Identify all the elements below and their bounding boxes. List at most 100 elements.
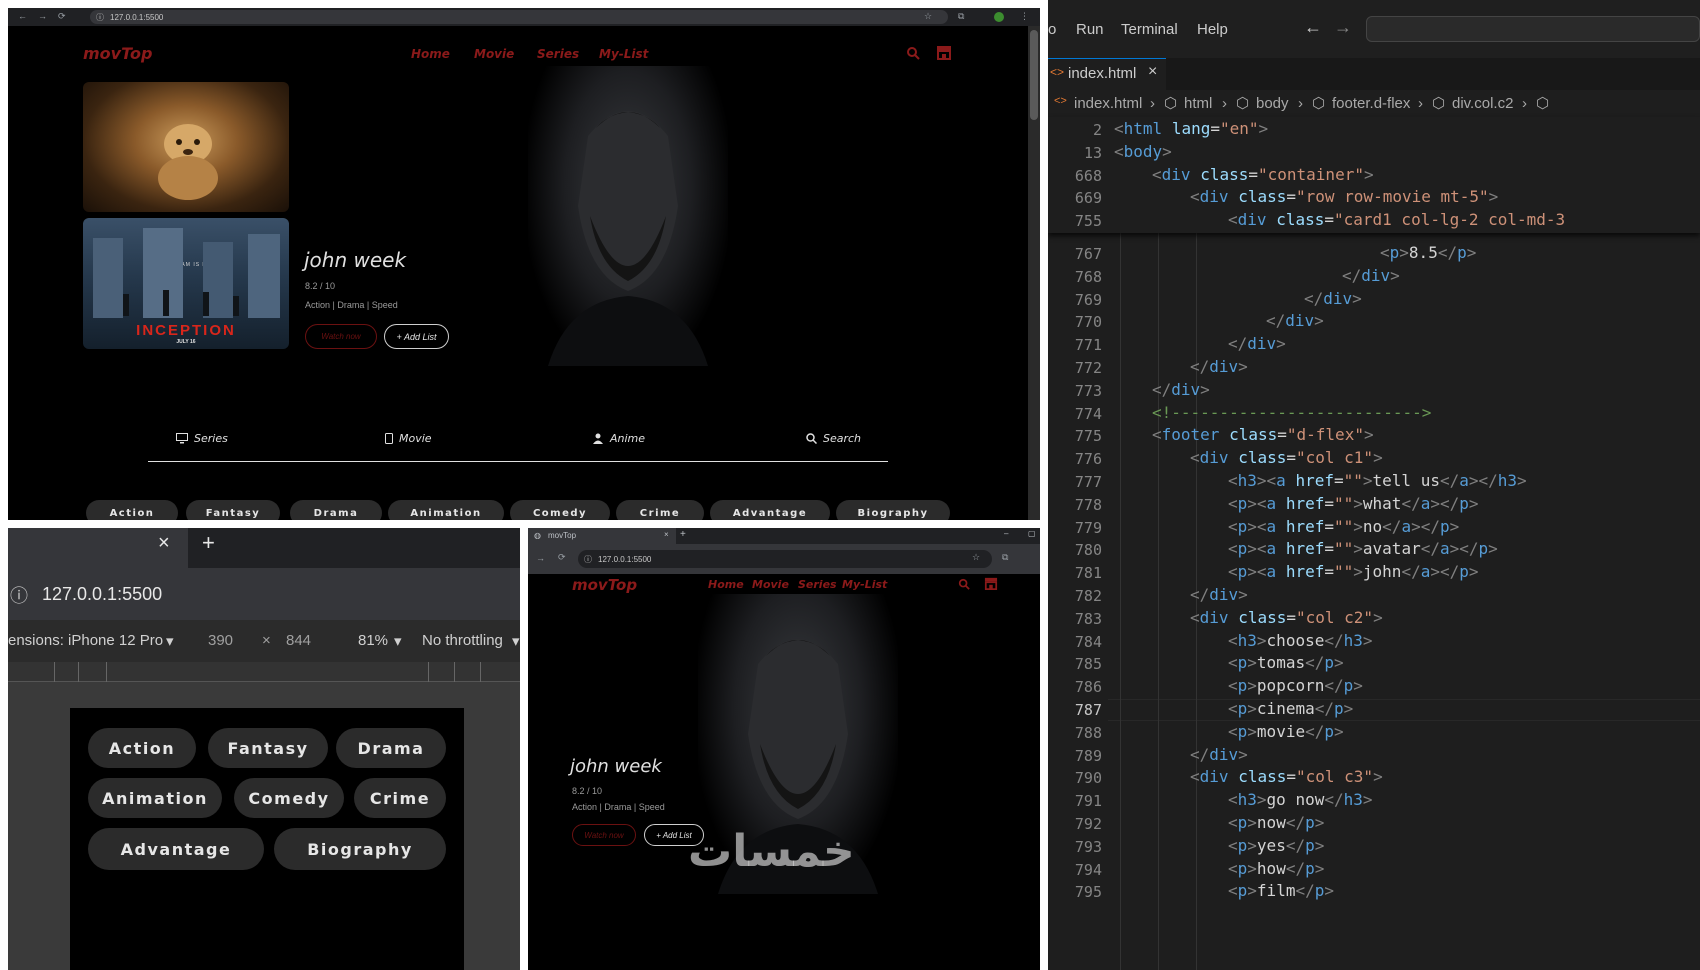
- small-address-bar[interactable]: ⓘ 127.0.0.1:5500: [578, 550, 992, 568]
- code-line[interactable]: <p>film</p>: [1228, 881, 1334, 900]
- mobile-pill-crime[interactable]: Crime: [354, 778, 446, 818]
- tab-anime[interactable]: Anime: [592, 432, 645, 445]
- close-tab-icon[interactable]: ×: [1148, 63, 1157, 81]
- menu-run[interactable]: Run: [1076, 21, 1104, 38]
- add-list-button[interactable]: + Add List: [384, 324, 449, 349]
- code-line[interactable]: </div>: [1304, 289, 1362, 308]
- code-line[interactable]: <div class="container">: [1152, 165, 1374, 184]
- mobile-pill-fantasy[interactable]: Fantasy: [208, 728, 328, 768]
- tab-index-html[interactable]: <> index.html ×: [1048, 58, 1166, 90]
- close-tab-icon[interactable]: ×: [158, 532, 170, 555]
- code-line[interactable]: </div>: [1152, 380, 1210, 399]
- mobile-pill-animation[interactable]: Animation: [88, 778, 222, 818]
- code-line[interactable]: <div class="col c2">: [1190, 608, 1383, 627]
- menu-partial[interactable]: o: [1048, 21, 1056, 38]
- reload-icon[interactable]: ⟳: [558, 552, 566, 563]
- close-tab-icon[interactable]: ×: [664, 530, 669, 539]
- code-line[interactable]: </div>: [1190, 745, 1248, 764]
- code-line[interactable]: <p><a href="">no</a></p>: [1228, 517, 1459, 536]
- code-line[interactable]: <html lang="en">: [1114, 119, 1268, 138]
- new-tab-icon[interactable]: +: [680, 529, 686, 540]
- breadcrumb-div[interactable]: div.col.c2: [1452, 95, 1513, 112]
- genre-pill-advantage[interactable]: Advantage: [710, 500, 830, 520]
- code-line[interactable]: <div class="col c1">: [1190, 448, 1383, 467]
- code-line[interactable]: <!-------------------------->: [1152, 403, 1431, 422]
- code-line[interactable]: </div>: [1228, 334, 1286, 353]
- code-line[interactable]: <p>how</p>: [1228, 859, 1324, 878]
- watch-now-button[interactable]: Watch now: [572, 824, 636, 846]
- code-line[interactable]: <p>tomas</p>: [1228, 653, 1344, 672]
- extensions-icon[interactable]: ⧉: [958, 11, 964, 22]
- back-icon[interactable]: ←: [18, 11, 27, 21]
- command-center[interactable]: [1366, 16, 1700, 42]
- nav-series[interactable]: Series: [798, 578, 837, 591]
- minimize-icon[interactable]: –: [1004, 529, 1008, 538]
- forward-arrow-icon[interactable]: →: [1334, 17, 1352, 38]
- code-line[interactable]: </div>: [1266, 311, 1324, 330]
- tab-movie[interactable]: Movie: [385, 432, 432, 445]
- code-line[interactable]: <p>now</p>: [1228, 813, 1324, 832]
- code-line[interactable]: <p>popcorn</p>: [1228, 676, 1363, 695]
- genre-pill-comedy[interactable]: Comedy: [510, 500, 610, 520]
- device-select[interactable]: ensions: iPhone 12 Pro: [8, 632, 163, 649]
- menu-terminal[interactable]: Terminal: [1121, 21, 1178, 38]
- breadcrumb-file[interactable]: index.html: [1074, 95, 1142, 112]
- maximize-icon[interactable]: ▢: [1028, 529, 1036, 538]
- tab-search[interactable]: Search: [806, 432, 861, 445]
- code-area[interactable]: 767 <p>8.5</p> 768 </div> 769 </div> 770 </div>…: [1048, 233, 1700, 970]
- nav-home[interactable]: Home: [708, 578, 744, 591]
- throttling-dropdown-icon[interactable]: ▾: [512, 632, 520, 650]
- nav-my-list[interactable]: My-List: [599, 47, 648, 61]
- site-logo[interactable]: movTop: [572, 576, 637, 594]
- nav-movie[interactable]: Movie: [752, 578, 789, 591]
- code-line[interactable]: <div class="row row-movie mt-5">: [1190, 187, 1498, 206]
- code-line[interactable]: <div class="card1 col-lg-2 col-md-3: [1228, 210, 1565, 229]
- search-icon[interactable]: [958, 578, 970, 590]
- star-icon[interactable]: ☆: [972, 552, 980, 563]
- back-arrow-icon[interactable]: ←: [1304, 17, 1322, 38]
- code-line[interactable]: <div class="col c3">: [1190, 767, 1383, 786]
- extensions-icon[interactable]: ⧉: [1002, 552, 1008, 563]
- site-logo[interactable]: movTop: [83, 44, 152, 63]
- mobile-pill-action[interactable]: Action: [88, 728, 196, 768]
- height-field[interactable]: 844: [286, 632, 311, 649]
- breadcrumb-body[interactable]: body: [1256, 95, 1289, 112]
- zoom-dropdown-icon[interactable]: ▾: [394, 632, 402, 650]
- code-line[interactable]: <h3>choose</h3>: [1228, 631, 1373, 650]
- code-line[interactable]: </div>: [1190, 357, 1248, 376]
- code-line[interactable]: <p>cinema</p>: [1228, 699, 1353, 718]
- code-line[interactable]: <footer class="d-flex">: [1152, 425, 1374, 444]
- store-icon[interactable]: [936, 45, 952, 60]
- code-line[interactable]: <h3>go now</h3>: [1228, 790, 1373, 809]
- nav-movie[interactable]: Movie: [474, 47, 514, 61]
- watch-now-button[interactable]: Watch now: [305, 324, 377, 349]
- nav-series[interactable]: Series: [537, 47, 579, 61]
- profile-avatar[interactable]: [994, 12, 1004, 22]
- genre-pill-biography[interactable]: Biography: [836, 500, 950, 520]
- code-line[interactable]: </div>: [1342, 266, 1400, 285]
- code-line[interactable]: <p><a href="">avatar</a></p>: [1228, 539, 1498, 558]
- forward-icon[interactable]: →: [38, 11, 47, 21]
- star-icon[interactable]: ☆: [924, 11, 932, 22]
- scrollbar-track[interactable]: [1028, 26, 1040, 520]
- code-line[interactable]: <p><a href="">john</a></p>: [1228, 562, 1479, 581]
- mobile-pill-biography[interactable]: Biography: [274, 828, 446, 870]
- tab-series[interactable]: Series: [176, 432, 228, 445]
- code-line[interactable]: <p><a href="">what</a></p>: [1228, 494, 1479, 513]
- store-icon[interactable]: [984, 577, 998, 590]
- breadcrumb-html[interactable]: html: [1184, 95, 1212, 112]
- reload-icon[interactable]: ⟳: [58, 11, 66, 22]
- mobile-pill-advantage[interactable]: Advantage: [88, 828, 264, 870]
- width-field[interactable]: 390: [208, 632, 233, 649]
- code-line[interactable]: </div>: [1190, 585, 1248, 604]
- code-line[interactable]: <body>: [1114, 142, 1172, 161]
- nav-my-list[interactable]: My-List: [842, 578, 887, 591]
- genre-pill-drama[interactable]: Drama: [290, 500, 382, 520]
- address-bar[interactable]: ⓘ 127.0.0.1:5500: [90, 10, 948, 24]
- menu-icon[interactable]: ⋮: [1020, 11, 1029, 22]
- genre-pill-crime[interactable]: Crime: [616, 500, 704, 520]
- device-dropdown-icon[interactable]: ▾: [166, 632, 174, 650]
- mobile-pill-drama[interactable]: Drama: [336, 728, 446, 768]
- breadcrumb-footer[interactable]: footer.d-flex: [1332, 95, 1410, 112]
- poster-lion-king[interactable]: [83, 82, 289, 212]
